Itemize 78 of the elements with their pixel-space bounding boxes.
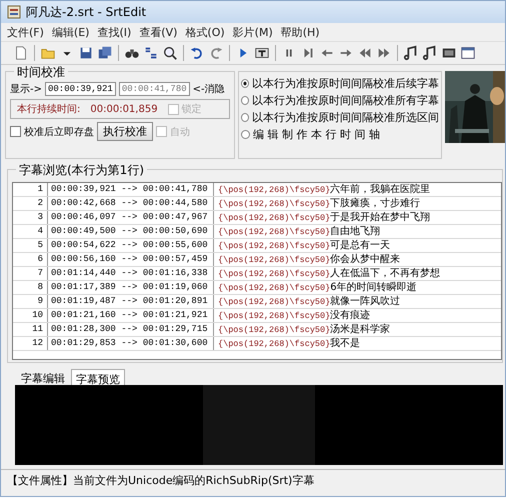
table-cell-text: {\pos(192,268)\fscy50}我不是 xyxy=(217,337,360,350)
field-label: 显示-> xyxy=(10,83,42,96)
table-cell-text: {\pos(192,268)\fscy50}没有痕迹 xyxy=(217,309,370,322)
table-cell-text: {\pos(192,268)\fscy50}自由地飞翔 xyxy=(217,225,380,238)
table-cell-text: {\pos(192,268)\fscy50}你会从梦中醒来 xyxy=(217,253,400,266)
undo-icon[interactable] xyxy=(189,45,205,61)
table-cell: 9 xyxy=(13,295,48,308)
save-all-icon[interactable] xyxy=(97,45,113,61)
checkbox[interactable] xyxy=(10,126,21,137)
table-cell: 00:01:29,853 --> 00:01:30,600 xyxy=(48,337,214,350)
checkbox-label: 校准后立即存盘 xyxy=(24,126,94,138)
radio-label: 以本行为准按原时间间隔校准所选区间 xyxy=(252,110,439,125)
start-time-field[interactable]: 00:00:39,921 xyxy=(45,82,116,96)
menu-item[interactable]: 影片(M) xyxy=(232,24,273,40)
table-cell-text: {\pos(192,268)\fscy50}可是总有一天 xyxy=(217,239,390,252)
redo-icon[interactable] xyxy=(208,45,224,61)
table-cell-text: {\pos(192,268)\fscy50}汤米是科学家 xyxy=(217,323,390,336)
duration-label: 本行持续时间: xyxy=(17,102,80,116)
table-cell: 7 xyxy=(13,267,48,280)
radio-button[interactable] xyxy=(241,79,249,88)
tab[interactable]: 字幕预览 xyxy=(71,369,125,385)
group-title: 时间校准 xyxy=(14,65,68,81)
table-cell-text: {\pos(192,268)\fscy50}6年的时间转瞬即逝 xyxy=(217,281,417,294)
duration-value: 00:00:01,859 xyxy=(90,104,158,114)
table-cell: 2 xyxy=(13,197,48,210)
group-title: 字幕浏览(本行为第1行) xyxy=(16,162,147,179)
table-cell: 5 xyxy=(13,239,48,252)
radio-label: 以本行为准按原时间间隔校准后续字幕 xyxy=(252,76,439,91)
table-cell: 12 xyxy=(13,337,48,350)
zoom-icon[interactable] xyxy=(162,45,178,61)
table-cell: 00:00:42,668 --> 00:00:44,580 xyxy=(48,197,214,210)
table-cell: 10 xyxy=(13,309,48,322)
status-bar: 【文件属性】当前文件为Unicode编码的RichSubRip(Srt)字幕 xyxy=(1,469,505,491)
table-cell: 00:00:39,921 --> 00:00:41,780 xyxy=(48,183,214,196)
window-title: 阿凡达-2.srt - SrtEdit xyxy=(26,4,146,20)
table-cell: 00:01:19,487 --> 00:01:20,891 xyxy=(48,295,214,308)
menu-item[interactable]: 查找(I) xyxy=(97,24,132,40)
table-cell-text: {\pos(192,268)\fscy50}下肢瘫痪，寸步难行 xyxy=(217,197,420,210)
table-cell: 00:01:28,300 --> 00:01:29,715 xyxy=(48,323,214,336)
table-cell: 1 xyxy=(13,183,48,196)
new-file-icon[interactable] xyxy=(13,45,29,61)
table-cell: 00:01:17,389 --> 00:01:19,060 xyxy=(48,281,214,294)
table-cell: 00:00:54,622 --> 00:00:55,600 xyxy=(48,239,214,252)
end-time-field[interactable]: 00:00:41,780 xyxy=(118,82,190,96)
table-cell: 00:00:56,160 --> 00:00:57,459 xyxy=(48,253,214,266)
table-cell: 6 xyxy=(13,253,48,266)
table-cell: 8 xyxy=(13,281,48,294)
window-icon[interactable] xyxy=(460,45,476,61)
app-icon xyxy=(7,5,21,19)
radio-button[interactable] xyxy=(241,96,249,105)
table-cell-text: {\pos(192,268)\fscy50}于是我开始在梦中飞翔 xyxy=(217,211,430,224)
radio-label: 以本行为准按原时间间隔校准所有字幕 xyxy=(252,93,439,108)
menu-item[interactable]: 编辑(E) xyxy=(52,24,90,40)
save-icon[interactable] xyxy=(78,45,94,61)
field-label: <-消隐 xyxy=(192,82,225,96)
table-cell: 00:00:49,500 --> 00:00:50,690 xyxy=(48,225,214,238)
table-cell: 11 xyxy=(13,323,48,336)
table-cell-text: {\pos(192,268)\fscy50}六年前，我躺在医院里 xyxy=(217,183,430,196)
table-cell: 00:00:46,097 --> 00:00:47,967 xyxy=(48,211,214,224)
calibrate-button[interactable]: 执行校准 xyxy=(97,122,153,141)
menu-item[interactable]: 查看(V) xyxy=(139,24,178,40)
tab[interactable]: 字幕编辑 xyxy=(17,369,69,385)
checkbox-label: 锁定 xyxy=(182,102,202,116)
menu-item[interactable]: 格式(O) xyxy=(185,24,225,40)
music-note-icon[interactable] xyxy=(422,45,438,61)
table-cell: 3 xyxy=(13,211,48,224)
table-cell: 4 xyxy=(13,225,48,238)
radio-label: 编 辑 制 作 本 行 时 间 轴 xyxy=(253,127,380,142)
table-cell-text: {\pos(192,268)\fscy50}就像一阵风吹过 xyxy=(217,295,400,308)
table-cell-text: {\pos(192,268)\fscy50}人在低温下，不再有梦想 xyxy=(217,267,440,280)
checkbox-label: 自动 xyxy=(170,126,190,138)
table-cell: 00:01:14,440 --> 00:01:16,338 xyxy=(48,267,214,280)
radio-button[interactable] xyxy=(241,113,249,122)
radio-button[interactable] xyxy=(241,130,250,139)
music-note-icon[interactable] xyxy=(403,45,419,61)
menu-item[interactable]: 帮助(H) xyxy=(280,24,320,40)
table-cell: 00:01:21,160 --> 00:01:21,921 xyxy=(48,309,214,322)
menu-item[interactable]: 文件(F) xyxy=(7,24,44,40)
